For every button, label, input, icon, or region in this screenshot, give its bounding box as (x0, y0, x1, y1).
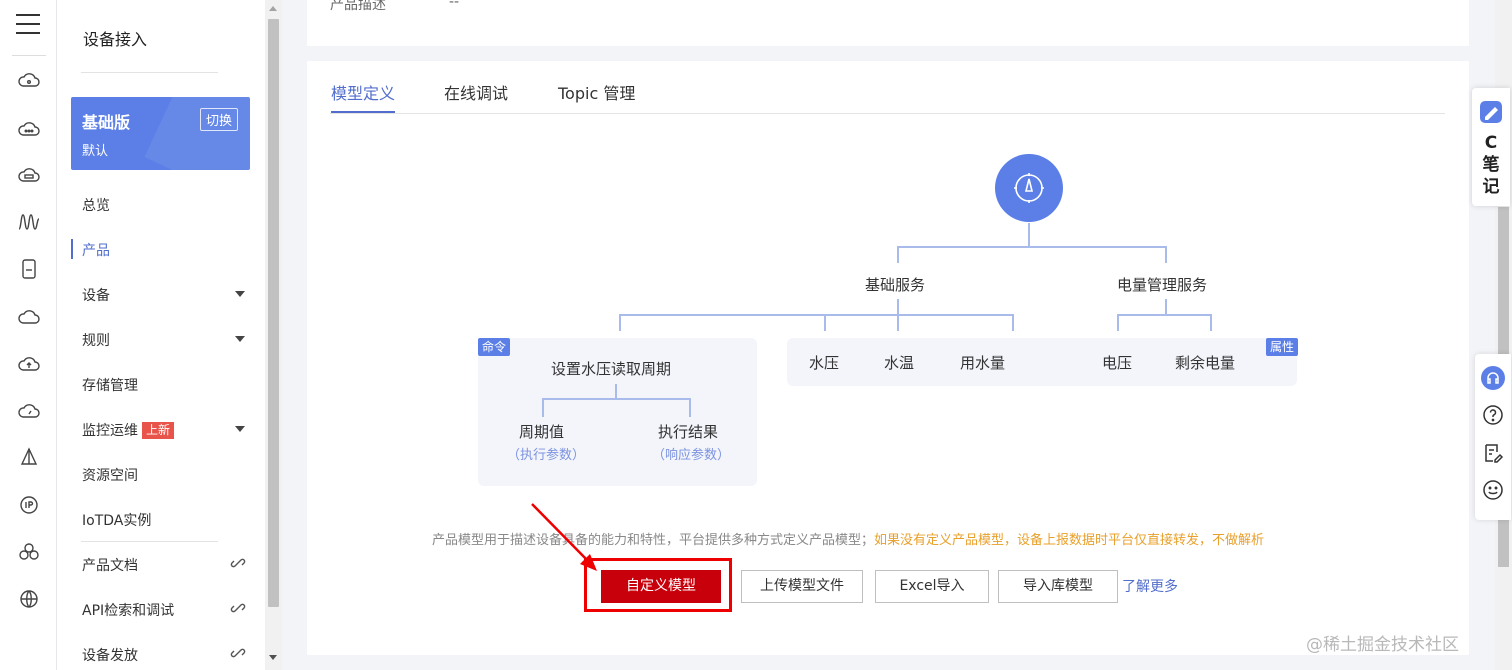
sidebar-divider (81, 72, 218, 73)
model-definition-card: 模型定义 在线调试 Topic 管理 命令 属性 基础服务 电量管理服务 设置水… (307, 61, 1469, 655)
prop-water-temp: 水温 (884, 354, 915, 372)
watermark: @稀土掘金技术社区 (1306, 635, 1459, 655)
sidebar-item-overview[interactable]: 总览 (57, 189, 265, 219)
sidebar-item-iotda-instance[interactable]: IoTDA实例 (57, 504, 265, 534)
prop-voltage: 电压 (1102, 354, 1133, 372)
sidebar-item-label: API检索和调试 (82, 603, 175, 619)
param-result-sub: （响应参数） (652, 448, 731, 463)
floating-toolbar (1475, 354, 1511, 520)
rail-divider (12, 55, 46, 56)
property-tag: 属性 (1266, 338, 1299, 356)
sidebar-item-resource-space[interactable]: 资源空间 (57, 459, 265, 489)
learn-more-link[interactable]: 了解更多 (1122, 576, 1178, 596)
icon-rail (0, 0, 57, 670)
cloud-upload-icon[interactable] (17, 352, 41, 376)
prop-remaining-power: 剩余电量 (1175, 354, 1236, 372)
globe-icon[interactable] (17, 587, 41, 611)
scrollbar-thumb[interactable] (268, 19, 279, 607)
new-badge: 上新 (142, 422, 175, 439)
sidebar-divider (81, 541, 218, 542)
pyramid-icon[interactable] (17, 446, 41, 470)
prop-water-pressure: 水压 (809, 354, 840, 372)
edition-name: 基础版 (82, 113, 131, 132)
command-tag: 命令 (478, 338, 511, 356)
command-name: 设置水压读取周期 (551, 360, 672, 378)
waveform-icon[interactable] (17, 210, 41, 234)
sidebar-item-label: 存储管理 (82, 378, 138, 394)
service-power: 电量管理服务 (1117, 276, 1208, 294)
feedback-icon[interactable] (1481, 441, 1505, 465)
note-widget[interactable]: C笔记 (1472, 88, 1510, 206)
edition-sub: 默认 (82, 144, 109, 159)
note-widget-label: C笔记 (1482, 133, 1500, 197)
sidebar-item-text: 监控运维 (82, 423, 138, 439)
edition-switch-button[interactable]: 切换 (199, 108, 238, 131)
param-period-sub: （执行参数） (507, 448, 586, 463)
upload-model-file-button[interactable]: 上传模型文件 (741, 570, 863, 603)
sidebar-scrollbar[interactable] (265, 0, 282, 670)
external-link-icon (230, 645, 246, 661)
menu-icon[interactable] (16, 14, 40, 36)
cluster-icon[interactable] (17, 540, 41, 564)
external-link-icon (230, 555, 246, 571)
help-icon[interactable] (1481, 403, 1505, 427)
info-description: 产品模型用于描述设备具备的能力和特性，平台提供多种方式定义产品模型； (432, 533, 875, 548)
excel-import-button[interactable]: Excel导入 (875, 570, 989, 603)
external-link-icon (230, 600, 246, 616)
ip-icon[interactable] (17, 493, 41, 517)
notebook-icon (1477, 98, 1505, 126)
sidebar-item-label: 产品 (82, 243, 110, 259)
product-info-card: 产品描述 -- (307, 0, 1469, 46)
sidebar-item-label: IoTDA实例 (82, 513, 152, 529)
param-result: 执行结果 (658, 423, 719, 441)
annotation-arrow (531, 503, 597, 571)
scroll-up-icon[interactable] (269, 6, 277, 11)
sidebar-item-device-provisioning[interactable]: 设备发放 (57, 639, 265, 669)
cloud-gauge-icon[interactable] (17, 399, 41, 423)
sidebar-item-product[interactable]: 产品 (57, 234, 265, 264)
edition-card[interactable]: 基础版 默认 切换 (71, 97, 250, 170)
caret-down-icon (235, 336, 245, 342)
cloud-server-icon[interactable] (17, 163, 41, 187)
sidebar-item-label: 总览 (82, 198, 110, 214)
sidebar-item-monitoring[interactable]: 监控运维 上新 (57, 414, 265, 444)
sidebar: 设备接入 基础版 默认 切换 总览 产品 设备 规则 存储管理 监控运维 上新 资… (57, 0, 265, 670)
sidebar-item-label: 规则 (82, 333, 110, 349)
device-icon[interactable] (17, 257, 41, 281)
sidebar-item-label: 设备发放 (82, 648, 138, 664)
scroll-down-icon[interactable] (269, 655, 277, 660)
sidebar-item-api-explorer[interactable]: API检索和调试 (57, 594, 265, 624)
smile-icon[interactable] (1481, 478, 1505, 502)
sidebar-item-rules[interactable]: 规则 (57, 324, 265, 354)
product-description-label: 产品描述 (330, 0, 386, 13)
prop-water-usage: 用水量 (960, 354, 1006, 372)
model-diagram: 命令 属性 基础服务 电量管理服务 设置水压读取周期 周期值 （执行参数） 执行… (307, 61, 1469, 655)
sidebar-item-label: 设备 (82, 288, 110, 304)
caret-down-icon (235, 291, 245, 297)
sidebar-item-product-docs[interactable]: 产品文档 (57, 549, 265, 579)
product-description-value: -- (449, 0, 460, 10)
sidebar-title: 设备接入 (83, 30, 148, 49)
info-warning: 如果没有定义产品模型，设备上报数据时平台仅直接转发，不做解析 (874, 533, 1265, 548)
sidebar-item-label: 产品文档 (82, 558, 138, 574)
param-period: 周期值 (519, 423, 565, 441)
sidebar-item-device[interactable]: 设备 (57, 279, 265, 309)
caret-down-icon (235, 426, 245, 432)
headset-icon[interactable] (1481, 366, 1505, 390)
import-library-model-button[interactable]: 导入库模型 (998, 570, 1118, 603)
sidebar-item-storage[interactable]: 存储管理 (57, 369, 265, 399)
sidebar-item-label: 资源空间 (82, 468, 138, 484)
sidebar-item-label: 监控运维 上新 (82, 420, 175, 440)
cloud-outline-icon[interactable] (17, 305, 41, 329)
cloud-dots-icon[interactable] (17, 117, 41, 141)
service-basic: 基础服务 (865, 276, 926, 294)
cloud-icon[interactable] (17, 69, 41, 93)
